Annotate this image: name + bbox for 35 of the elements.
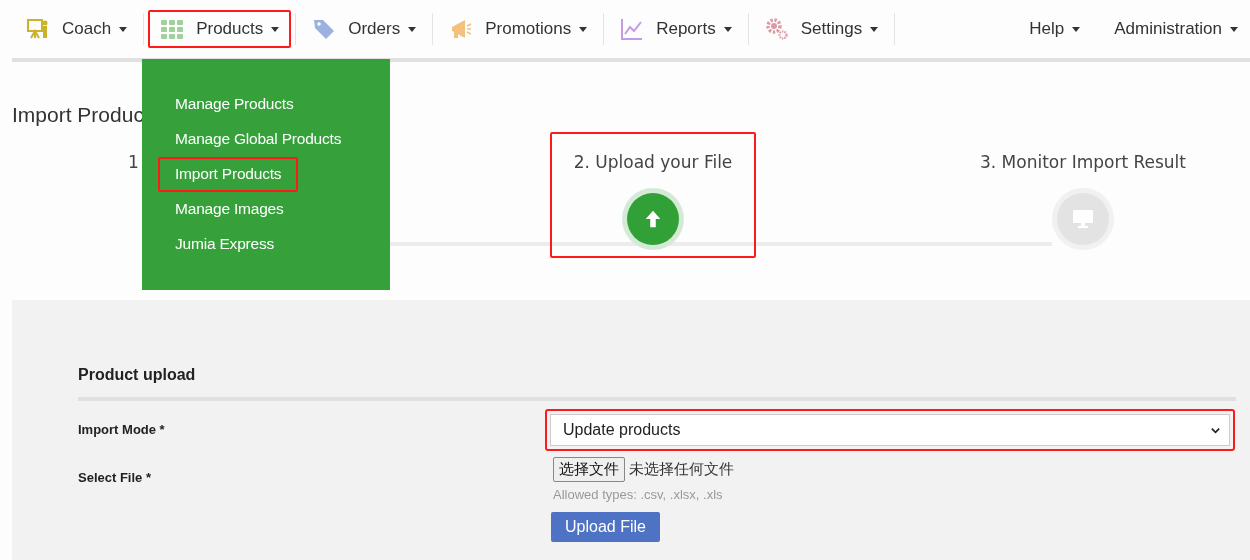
upload-button[interactable]: Upload File xyxy=(551,512,660,542)
file-status: 未选择任何文件 xyxy=(629,460,734,479)
caret-icon xyxy=(1230,26,1238,32)
field-label: Import Mode * xyxy=(78,421,166,439)
caret-icon xyxy=(870,26,879,32)
step-label: 2. Upload your File xyxy=(573,152,733,172)
nav-menu[interactable]: Reports xyxy=(608,10,744,48)
choose-file-button[interactable]: 选择文件 xyxy=(553,457,625,482)
easel-icon xyxy=(26,17,50,41)
caret-icon xyxy=(408,26,417,32)
allowed-types-hint: Allowed types: .csv, .xlsx, .xls xyxy=(553,487,723,502)
nav-menu[interactable]: Help xyxy=(1017,10,1093,48)
tag-icon xyxy=(312,17,337,41)
line-chart-icon xyxy=(620,17,645,41)
caret-icon xyxy=(271,26,280,32)
nav-menu[interactable]: Coach xyxy=(14,10,140,48)
grid-icon xyxy=(160,17,185,41)
megaphone-icon xyxy=(449,17,474,41)
section-title: Product upload xyxy=(78,366,197,384)
caret-icon xyxy=(579,26,588,32)
nav-menu[interactable]: Administration xyxy=(1102,10,1250,48)
select-field[interactable]: Update products xyxy=(550,414,1230,446)
nav-menu[interactable]: Promotions xyxy=(437,10,600,48)
nav-menu[interactable]: Settings xyxy=(752,10,891,48)
step-label: 1 xyxy=(128,152,139,172)
caret-icon xyxy=(119,26,128,32)
page-title: Import Produc xyxy=(12,103,144,126)
monitor-icon xyxy=(1071,207,1095,231)
nav-menu[interactable]: Products xyxy=(148,10,292,48)
caret-icon xyxy=(723,26,732,32)
gears-icon xyxy=(764,17,789,41)
nav-menu[interactable]: Orders xyxy=(300,10,429,48)
field-label: Select File * xyxy=(78,469,152,487)
step-label: 3. Monitor Import Result xyxy=(980,152,1186,172)
caret-icon xyxy=(1072,26,1081,32)
